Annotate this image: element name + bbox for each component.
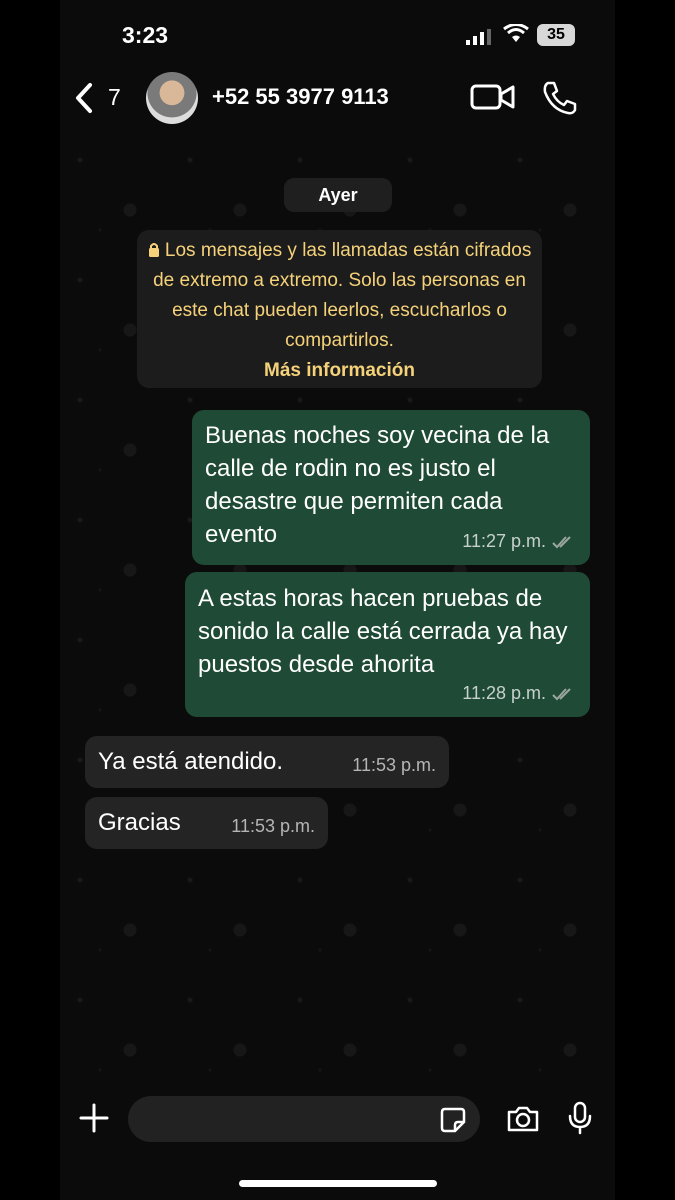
message-meta: 11:28 p.m. (462, 677, 576, 710)
unread-count[interactable]: 7 (108, 84, 121, 111)
status-bar: 3:23 35 (0, 0, 675, 70)
double-check-icon (552, 535, 571, 548)
contact-name[interactable]: +52 55 3977 9113 (212, 84, 389, 110)
date-divider: Ayer (284, 178, 392, 212)
phone-call-icon[interactable] (540, 80, 578, 116)
message-meta: 11:27 p.m. (462, 525, 576, 558)
sticker-icon[interactable] (440, 1107, 466, 1133)
message-time: 11:53 p.m. (231, 816, 315, 836)
message-time: 11:53 p.m. (352, 755, 436, 775)
message-bubble[interactable]: A estas horas hacen pruebas de sonido la… (185, 572, 590, 717)
status-time: 3:23 (122, 22, 169, 48)
message-time: 11:27 p.m. (462, 531, 546, 551)
encryption-text: Los mensajes y las llamadas están cifrad… (153, 240, 532, 351)
home-indicator (239, 1180, 437, 1187)
message-bubble[interactable]: Gracias 11:53 p.m. (85, 797, 328, 849)
video-call-icon[interactable] (470, 82, 516, 112)
message-meta: 11:53 p.m. (231, 810, 315, 843)
message-text: Gracias (98, 809, 181, 836)
message-meta: 11:53 p.m. (352, 749, 436, 782)
message-bubble[interactable]: Ya está atendido. 11:53 p.m. (85, 736, 449, 788)
double-check-icon (552, 687, 571, 700)
message-text: Ya está atendido. (98, 748, 284, 775)
message-time: 11:28 p.m. (462, 683, 546, 703)
lock-icon (148, 237, 160, 257)
message-text: A estas horas hacen pruebas de sonido la… (198, 585, 568, 678)
signal-icon (466, 29, 491, 45)
message-bubble[interactable]: Buenas noches soy vecina de la calle de … (192, 410, 590, 565)
microphone-icon[interactable] (567, 1101, 593, 1135)
camera-icon[interactable] (506, 1105, 540, 1133)
battery-indicator: 35 (537, 24, 575, 46)
back-chevron-icon[interactable] (72, 82, 96, 114)
chat-header: 7 +52 55 3977 9113 (60, 70, 615, 130)
message-input[interactable] (128, 1096, 480, 1142)
contact-avatar[interactable] (146, 72, 198, 124)
plus-icon[interactable] (79, 1103, 109, 1133)
encryption-notice[interactable]: Los mensajes y las llamadas están cifrad… (137, 230, 542, 388)
more-info-link[interactable]: Más información (264, 360, 415, 381)
wifi-icon (503, 24, 529, 42)
